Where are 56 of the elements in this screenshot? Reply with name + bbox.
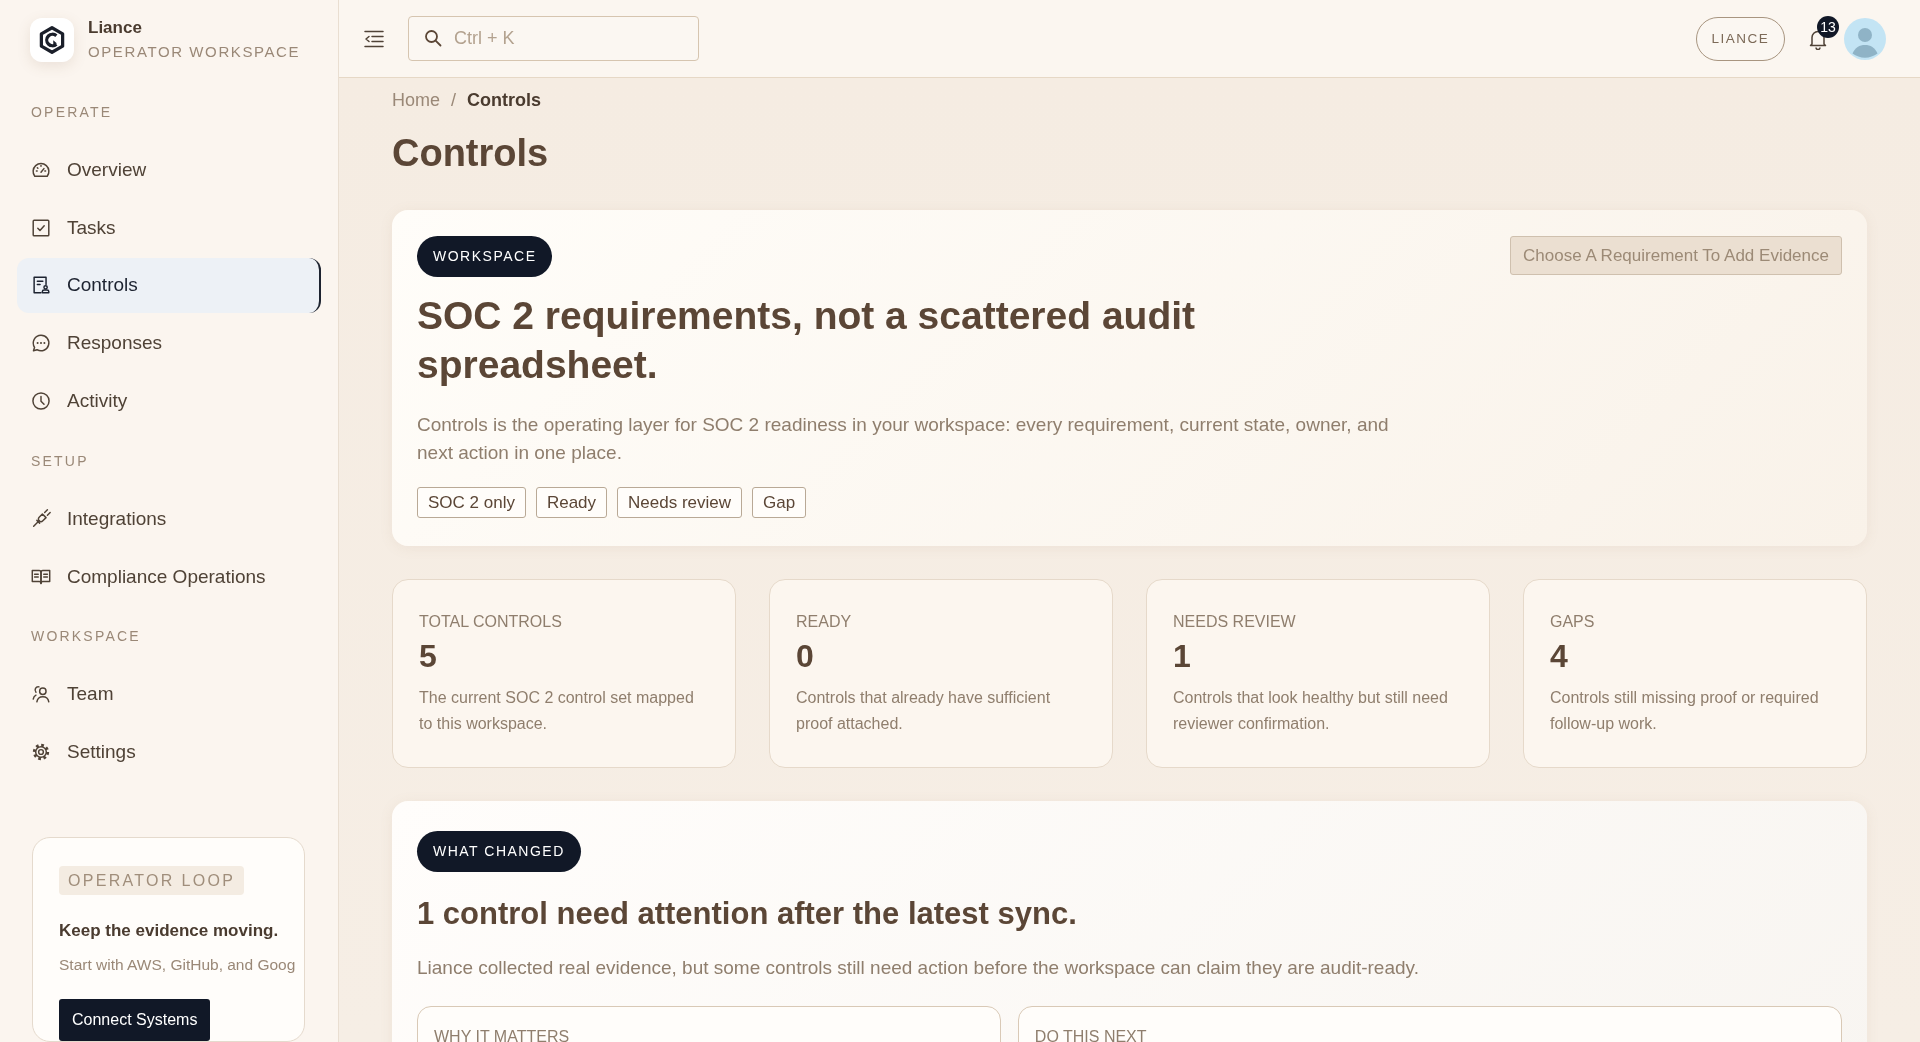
promo-title: Keep the evidence moving. <box>59 920 279 943</box>
stat-label: GAPS <box>1550 612 1596 632</box>
panel-title: WHY IT MATTERS <box>434 1027 571 1042</box>
document-icon <box>30 274 52 297</box>
panel-title: DO THIS NEXT <box>1034 1027 1148 1042</box>
changes-title: 1 control need attention after the latest sync. <box>417 895 1078 933</box>
stat-description: Controls still missing proof or required follow-up work. <box>1550 688 1820 734</box>
checkbox-icon <box>30 216 52 239</box>
chat-icon <box>30 332 52 355</box>
filter-chip[interactable]: SOC 2 only <box>417 487 526 518</box>
brand-subtitle: OPERATOR WORKSPACE <box>88 42 301 62</box>
stat-description: The current SOC 2 control set mapped to this workspace. <box>419 688 695 734</box>
nav-section-title: OPERATE <box>31 103 113 122</box>
notification-count: 13 <box>1817 15 1839 38</box>
page-title: Controls <box>392 131 550 176</box>
nav-section-title: SETUP <box>31 451 89 471</box>
changes-description: Liance collected real evidence, but some controls still need action before the workspace can claim they are audit-ready. <box>417 956 1420 980</box>
search-field[interactable]: Ctrl + K <box>408 16 699 61</box>
section-tag: WORKSPACE <box>417 236 553 277</box>
menu-icon[interactable] <box>364 28 384 49</box>
brand-name: Liance <box>88 17 143 39</box>
stat-value: 1 <box>1173 637 1192 675</box>
nav-item[interactable]: Tasks <box>17 199 321 256</box>
nav-item[interactable]: Responses <box>17 315 321 372</box>
hero-title: SOC 2 requirements, not a scattered audit spreadsheet. <box>417 293 1197 388</box>
stat-label: TOTAL CONTROLS <box>419 612 563 632</box>
stat-description: Controls that look healthy but still need reviewer confirmation. <box>1173 688 1449 734</box>
nav-item[interactable]: Team <box>17 666 321 723</box>
workspace-button[interactable]: LIANCE <box>1696 16 1785 61</box>
plug-icon <box>30 507 52 530</box>
breadcrumb-current-page: Controls <box>467 89 542 111</box>
connect-button[interactable]: Connect Systems <box>59 999 211 1042</box>
logo-icon <box>30 17 74 62</box>
promo-tag: OPERATOR LOOP <box>59 866 245 896</box>
search-icon <box>424 29 442 47</box>
nav-item[interactable]: Compliance Operations <box>17 548 321 605</box>
filter-chip[interactable]: Ready <box>535 487 608 518</box>
stat-value: 4 <box>1550 637 1569 675</box>
nav-item[interactable]: Integrations <box>17 490 321 547</box>
hero-description: Controls is the operating layer for SOC 2 readiness in your workspace: every requirement, current state, owner, and next action in one place. <box>417 413 1390 465</box>
clock-icon <box>30 390 52 412</box>
stat-value: 0 <box>796 637 815 675</box>
nav-item[interactable]: Controls <box>17 257 321 314</box>
nav-item[interactable]: Overview <box>17 142 321 198</box>
stat-description: Controls that already have sufficient proof attached. <box>796 688 1052 734</box>
filter-chip[interactable]: Needs review <box>617 487 743 518</box>
stat-value: 5 <box>419 637 438 675</box>
section-tag: WHAT CHANGED <box>417 831 581 872</box>
stat-label: NEEDS REVIEW <box>1173 612 1297 632</box>
promo-text: Start with AWS, GitHub, and Goog <box>59 955 296 976</box>
stat-label: READY <box>796 612 853 632</box>
nav-item[interactable]: Activity <box>17 373 321 429</box>
filter-chip[interactable]: Gap <box>752 487 807 518</box>
breadcrumb-separator: / <box>451 89 457 111</box>
nav-item[interactable]: Settings <box>17 724 321 781</box>
nav-section-title: WORKSPACE <box>31 627 141 647</box>
